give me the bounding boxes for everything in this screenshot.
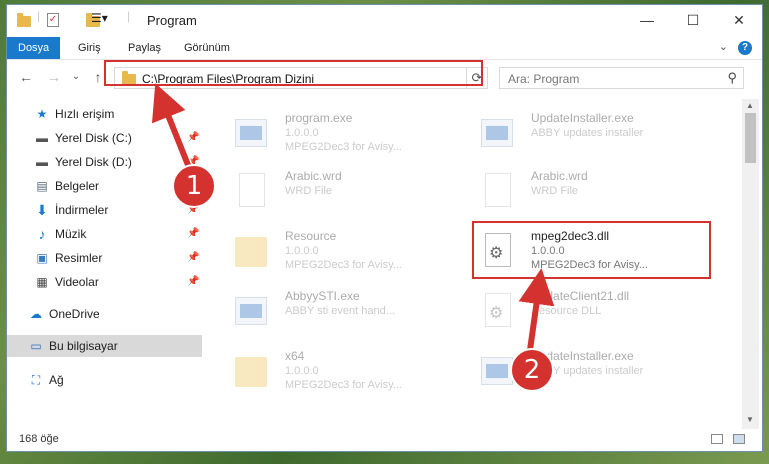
callout-badge-1: 1 [172, 164, 216, 208]
callout-arrows [151, 83, 555, 351]
callout-badge-2: 2 [510, 348, 554, 392]
arrow-one [151, 83, 193, 172]
